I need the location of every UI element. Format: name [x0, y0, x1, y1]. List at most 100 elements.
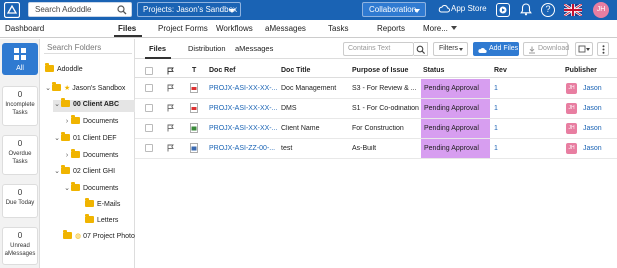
folder-letters[interactable]: Letters — [85, 214, 119, 228]
project-select[interactable]: Projects: Jason's Sandbox — [137, 2, 241, 17]
chevron-down-icon[interactable]: ⌄ — [53, 167, 61, 175]
overdue-tasks-label: Overdue Tasks — [8, 151, 32, 165]
select-all-checkbox[interactable] — [145, 67, 153, 75]
publisher-avatar: JH — [566, 83, 577, 94]
folder-icon — [71, 115, 80, 124]
folder-label: Adoddle — [57, 66, 83, 73]
doc-ref-link[interactable]: PROJX-ASI-XX-XX-... — [209, 85, 279, 92]
tab-files[interactable]: Files — [149, 44, 166, 53]
folder-icon — [61, 165, 70, 174]
chevron-down-icon[interactable]: ⌄ — [53, 100, 61, 108]
image-file-icon — [190, 123, 198, 133]
folder-00-client-abc[interactable]: ⌄ 00 Client ABC — [53, 98, 135, 112]
flag-icon[interactable] — [167, 144, 174, 152]
row-checkbox[interactable] — [145, 84, 153, 92]
column-doc-title[interactable]: Doc Title — [281, 67, 310, 74]
download-button[interactable]: Download — [523, 42, 569, 56]
export-icon — [578, 45, 586, 53]
more-options-button[interactable] — [597, 42, 609, 56]
folder-documents-abc[interactable]: › Documents — [63, 115, 118, 129]
nav-amessages[interactable]: aMessages — [265, 24, 306, 33]
publisher-name[interactable]: Jason — [583, 85, 602, 92]
folder-01-client-def[interactable]: ⌄ 01 Client DEF — [53, 132, 117, 146]
rail-all-button[interactable]: All — [2, 43, 38, 75]
video-icon[interactable] — [496, 3, 510, 17]
global-search-input[interactable]: Search Adoddle — [28, 2, 132, 17]
tab-distribution[interactable]: Distribution — [188, 44, 226, 53]
rev-link[interactable]: 1 — [494, 85, 498, 92]
flag-icon[interactable] — [167, 84, 174, 92]
row-checkbox[interactable] — [145, 124, 153, 132]
column-publisher[interactable]: Publisher — [565, 67, 597, 74]
nav-reports[interactable]: Reports — [377, 24, 405, 33]
nav-files[interactable]: Files — [118, 24, 136, 33]
column-doc-ref[interactable]: Doc Ref — [209, 67, 235, 74]
folder-search-input[interactable]: Search Folders — [44, 41, 132, 54]
folder-documents-ghi[interactable]: ⌄ Documents — [63, 182, 119, 196]
uk-flag-icon[interactable] — [564, 4, 582, 16]
chevron-right-icon[interactable]: › — [63, 118, 71, 125]
nav-project-forms[interactable]: Project Forms — [158, 24, 208, 33]
rev-link[interactable]: 1 — [494, 125, 498, 132]
doc-ref-link[interactable]: PROJX-ASI-XX-XX-... — [209, 125, 279, 132]
column-rev[interactable]: Rev — [494, 67, 507, 74]
chevron-down-icon[interactable]: ⌄ — [53, 134, 61, 142]
folder-emails[interactable]: E-Mails — [85, 198, 120, 212]
publisher-name[interactable]: Jason — [583, 145, 602, 152]
flag-icon[interactable] — [167, 124, 174, 132]
publisher-name[interactable]: Jason — [583, 125, 602, 132]
column-status[interactable]: Status — [423, 67, 444, 74]
folder-jasons-sandbox[interactable]: ⌄ ★ Jason's Sandbox — [44, 82, 125, 96]
collaboration-dropdown[interactable]: Collaboration — [362, 2, 426, 17]
help-icon[interactable]: ? — [541, 3, 555, 17]
add-files-button[interactable]: Add Files — [473, 42, 519, 56]
publisher-name[interactable]: Jason — [583, 105, 602, 112]
column-purpose[interactable]: Purpose of Issue — [352, 67, 408, 74]
folder-label: Documents — [83, 185, 119, 192]
rev-link[interactable]: 1 — [494, 145, 498, 152]
nav-tasks[interactable]: Tasks — [328, 24, 348, 33]
overdue-tasks-card[interactable]: 0 Overdue Tasks — [2, 135, 38, 175]
more-vertical-icon — [602, 45, 605, 54]
row-checkbox[interactable] — [145, 144, 153, 152]
adoddle-logo-icon[interactable] — [4, 2, 20, 18]
doc-ref-link[interactable]: PROJX-ASI-ZZ-00-... — [209, 145, 279, 152]
chevron-down-icon[interactable]: ⌄ — [44, 84, 52, 92]
folder-07-project-photo[interactable]: ◍ 07 Project Photo — [63, 230, 135, 244]
table-row[interactable]: PROJX-ASI-XX-XX-... Doc Management S3 - … — [135, 79, 617, 99]
rev-link[interactable]: 1 — [494, 105, 498, 112]
chevron-right-icon[interactable]: › — [63, 152, 71, 159]
files-tabs: Files Distribution aMessages Contains Te… — [135, 39, 617, 59]
table-row[interactable]: PROJX-ASI-ZZ-00-... test As-Built Pendin… — [135, 139, 617, 159]
globe-icon: ◍ — [75, 233, 82, 240]
folder-panel: Search Folders Adoddle ⌄ ★ Jason's Sandbox… — [40, 39, 135, 268]
contains-text-input[interactable]: Contains Text — [343, 42, 414, 56]
doc-ref-link[interactable]: PROJX-ASI-XX-XX-... — [209, 105, 279, 112]
bell-icon[interactable] — [519, 3, 533, 17]
incomplete-tasks-card[interactable]: 0 Incomplete Tasks — [2, 86, 38, 126]
folder-label: Letters — [97, 217, 119, 224]
folder-02-client-ghi[interactable]: ⌄ 02 Client GHI — [53, 165, 115, 179]
folder-adoddle[interactable]: Adoddle — [45, 63, 83, 77]
user-avatar[interactable]: JH — [593, 2, 609, 18]
flag-icon[interactable] — [167, 104, 174, 112]
row-checkbox[interactable] — [145, 104, 153, 112]
nav-dashboard[interactable]: Dashboard — [5, 24, 44, 33]
folder-documents-def[interactable]: › Documents — [63, 149, 118, 163]
chevron-down-icon[interactable]: ⌄ — [63, 184, 71, 192]
folder-icon — [61, 98, 70, 107]
table-row[interactable]: PROJX-ASI-XX-XX-... Client Name For Cons… — [135, 119, 617, 139]
nav-more[interactable]: More... — [423, 24, 457, 33]
table-row[interactable]: PROJX-ASI-XX-XX-... DMS S1 - For Co-odin… — [135, 99, 617, 119]
column-type[interactable]: T — [192, 67, 196, 74]
tab-amessages[interactable]: aMessages — [235, 44, 273, 53]
unread-amessages-label: Unread aMessages — [4, 243, 36, 257]
status-badge: Pending Approval — [421, 99, 490, 118]
filters-button[interactable]: Filters — [433, 42, 468, 56]
unread-amessages-card[interactable]: 0 Unread aMessages — [2, 227, 38, 265]
due-today-card[interactable]: 0 Due Today — [2, 184, 38, 218]
export-button[interactable] — [575, 42, 593, 56]
nav-workflows[interactable]: Workflows — [216, 24, 253, 33]
contains-search-button[interactable] — [414, 42, 428, 56]
search-icon[interactable] — [117, 5, 127, 15]
